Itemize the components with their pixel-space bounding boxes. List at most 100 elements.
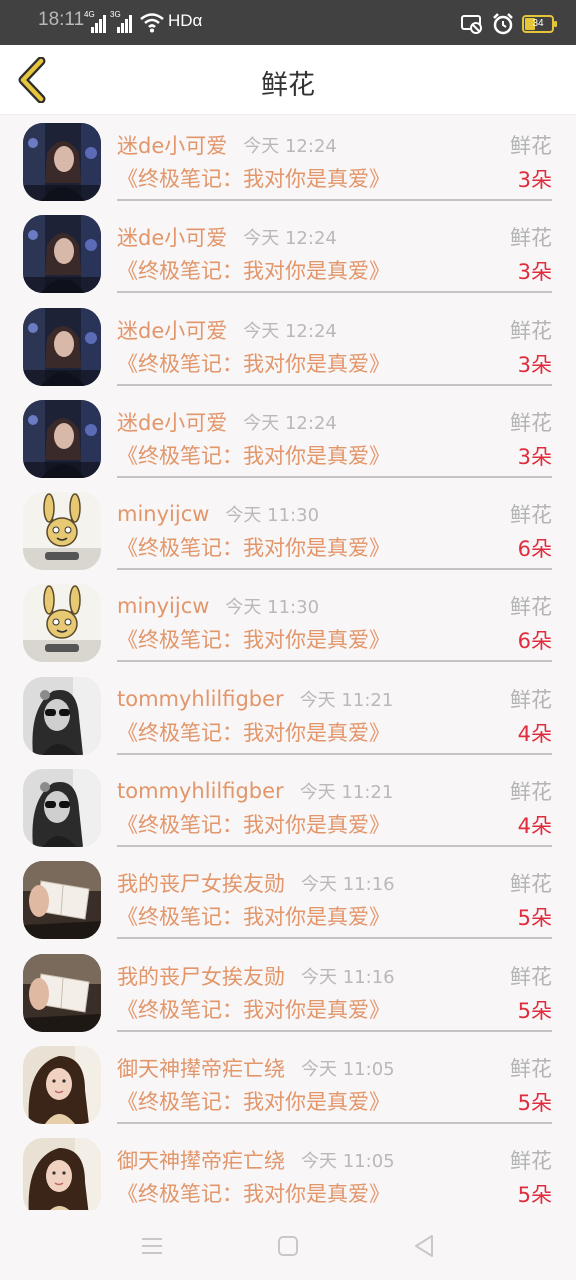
avatar[interactable] — [23, 492, 101, 571]
user-name[interactable]: 迷de小可爱 — [117, 130, 227, 160]
book-title[interactable]: 《终极笔记：我对你是真爱》 — [117, 163, 390, 193]
timestamp: 今天 12:24 — [243, 320, 337, 342]
list-item[interactable]: minyijcw 今天 11:30 鲜花《终极笔记：我对你是真爱》 6朵 — [0, 485, 576, 577]
divider — [117, 475, 552, 478]
avatar[interactable] — [23, 584, 101, 663]
home-square-icon[interactable] — [274, 1232, 302, 1260]
gift-type: 鲜花 — [510, 872, 552, 897]
gift-count: 5朵 — [517, 906, 552, 931]
avatar[interactable] — [23, 215, 101, 294]
gift-type: 鲜花 — [510, 503, 552, 528]
user-name[interactable]: 我的丧尸女挨友勋 — [117, 961, 285, 991]
avatar[interactable] — [23, 1045, 101, 1124]
avatar[interactable] — [23, 123, 101, 201]
gift-count: 4朵 — [517, 814, 552, 839]
gift-type: 鲜花 — [510, 687, 552, 712]
user-name[interactable]: 迷de小可爱 — [117, 407, 227, 437]
timestamp: 今天 11:05 — [301, 1058, 395, 1080]
book-title[interactable]: 《终极笔记：我对你是真爱》 — [117, 994, 390, 1024]
avatar[interactable] — [23, 307, 101, 386]
book-title[interactable]: 《终极笔记：我对你是真爱》 — [117, 901, 390, 931]
book-title[interactable]: 《终极笔记：我对你是真爱》 — [117, 348, 390, 378]
book-title[interactable]: 《终极笔记：我对你是真爱》 — [117, 255, 390, 285]
user-name[interactable]: minyijcw — [117, 594, 209, 618]
gift-count: 6朵 — [517, 629, 552, 654]
user-name[interactable]: minyijcw — [117, 502, 209, 526]
gift-type: 鲜花 — [510, 410, 552, 435]
gift-type: 鲜花 — [510, 780, 552, 805]
status-time: 18:11 — [38, 9, 85, 30]
list-item[interactable]: minyijcw 今天 11:30 鲜花《终极笔记：我对你是真爱》 6朵 — [0, 577, 576, 669]
list-item[interactable]: 御天神撵帝疟亡绕 今天 11:05 鲜花《终极笔记：我对你是真爱》 5朵 — [0, 1039, 576, 1131]
avatar[interactable] — [23, 861, 101, 940]
book-title[interactable]: 《终极笔记：我对你是真爱》 — [117, 624, 390, 654]
gift-type: 鲜花 — [510, 134, 552, 158]
book-title[interactable]: 《终极笔记：我对你是真爱》 — [117, 717, 390, 747]
timestamp: 今天 12:24 — [243, 228, 337, 250]
list-item[interactable]: 迷de小可爱 今天 12:24 鲜花 《终极笔记：我对你是真爱》 3朵 — [0, 116, 576, 208]
menu-icon[interactable] — [138, 1232, 166, 1260]
gift-type: 鲜花 — [510, 1056, 552, 1081]
divider — [117, 291, 552, 294]
list-item[interactable]: 迷de小可爱 今天 12:24 鲜花 《终极笔记：我对你是真爱》 3朵 — [0, 393, 576, 485]
avatar[interactable] — [23, 1138, 101, 1217]
avatar[interactable] — [23, 676, 101, 755]
list-item[interactable]: 迷de小可爱 今天 12:24 鲜花 《终极笔记：我对你是真爱》 3朵 — [0, 301, 576, 393]
timestamp: 今天 11:30 — [225, 597, 320, 619]
list-item[interactable]: 我的丧尸女挨友勋 今天 11:16 鲜花《终极笔记：我对你是真爱》 5朵 — [0, 854, 576, 946]
divider — [117, 568, 552, 571]
user-name[interactable]: 我的丧尸女挨友勋 — [117, 868, 285, 898]
timestamp: 今天 12:24 — [243, 412, 337, 434]
user-name[interactable]: tommyhlilfigber — [117, 779, 284, 803]
gift-count: 5朵 — [517, 998, 552, 1023]
divider — [117, 199, 552, 201]
user-name[interactable]: 迷de小可爱 — [117, 315, 227, 345]
divider — [117, 752, 552, 755]
status-bar: 18:11 4G 3G HDα 34 — [0, 0, 576, 45]
gift-count: 3朵 — [517, 260, 552, 285]
page-title: 鲜花 — [261, 70, 315, 101]
timestamp: 今天 11:21 — [299, 782, 394, 804]
book-title[interactable]: 《终极笔记：我对你是真爱》 — [117, 809, 390, 839]
list-item[interactable]: tommyhlilfigber 今天 11:21 鲜花《终极笔记：我对你是真爱》 4朵 — [0, 762, 576, 854]
back-triangle-icon[interactable] — [410, 1232, 438, 1260]
book-title[interactable]: 《终极笔记：我对你是真爱》 — [117, 532, 390, 562]
user-name[interactable]: 迷de小可爱 — [117, 222, 227, 252]
page-header: 鲜花 — [0, 45, 576, 115]
wifi-icon — [140, 13, 164, 33]
cell-signal-icon: 3G — [110, 10, 132, 33]
alarm-icon — [493, 13, 513, 35]
book-title[interactable]: 《终极笔记：我对你是真爱》 — [117, 1086, 390, 1116]
list-item[interactable]: 迷de小可爱 今天 12:24 鲜花《终极笔记：我对你是真爱》 3朵 — [0, 208, 576, 300]
user-name[interactable]: tommyhlilfigber — [117, 687, 284, 711]
user-name[interactable]: 御天神撵帝疟亡绕 — [117, 1053, 285, 1083]
gift-record-list: 迷de小可爱 今天 12:24 鲜花 《终极笔记：我对你是真爱》 3朵 迷de小可爱 今天 … — [0, 116, 576, 1224]
user-name[interactable]: 御天神撵帝疟亡绕 — [117, 1145, 285, 1175]
timestamp: 今天 11:16 — [301, 966, 395, 988]
cell-signal-icon: 4G — [84, 10, 106, 33]
gift-count: 5朵 — [517, 1090, 552, 1115]
gift-type: 鲜花 — [510, 1149, 552, 1174]
book-title[interactable]: 《终极笔记：我对你是真爱》 — [117, 1178, 390, 1208]
gift-type: 鲜花 — [510, 964, 552, 989]
gift-type: 鲜花 — [510, 595, 552, 620]
system-nav-bar — [0, 1210, 576, 1280]
divider — [117, 660, 552, 663]
book-title[interactable]: 《终极笔记：我对你是真爱》 — [117, 440, 390, 470]
list-item[interactable]: tommyhlilfigber 今天 11:21 鲜花 《终极笔记：我对你是真爱》 4朵 — [0, 670, 576, 762]
timestamp: 今天 11:05 — [301, 1151, 395, 1173]
avatar[interactable] — [23, 399, 101, 478]
network-indicators: 4G 3G — [84, 10, 132, 33]
divider — [117, 1121, 552, 1124]
gift-type: 鲜花 — [510, 318, 552, 343]
gift-type: 鲜花 — [510, 226, 552, 251]
timestamp: 今天 11:30 — [225, 505, 320, 527]
divider — [117, 383, 552, 386]
timestamp: 今天 11:16 — [301, 874, 395, 896]
avatar[interactable] — [23, 953, 101, 1032]
list-item[interactable]: 我的丧尸女挨友勋 今天 11:16 鲜花《终极笔记：我对你是真爱》 5朵 — [0, 947, 576, 1039]
gift-count: 6朵 — [517, 537, 552, 562]
avatar[interactable] — [23, 769, 101, 848]
cast-off-icon — [461, 15, 482, 34]
gift-count: 5朵 — [517, 1183, 552, 1208]
